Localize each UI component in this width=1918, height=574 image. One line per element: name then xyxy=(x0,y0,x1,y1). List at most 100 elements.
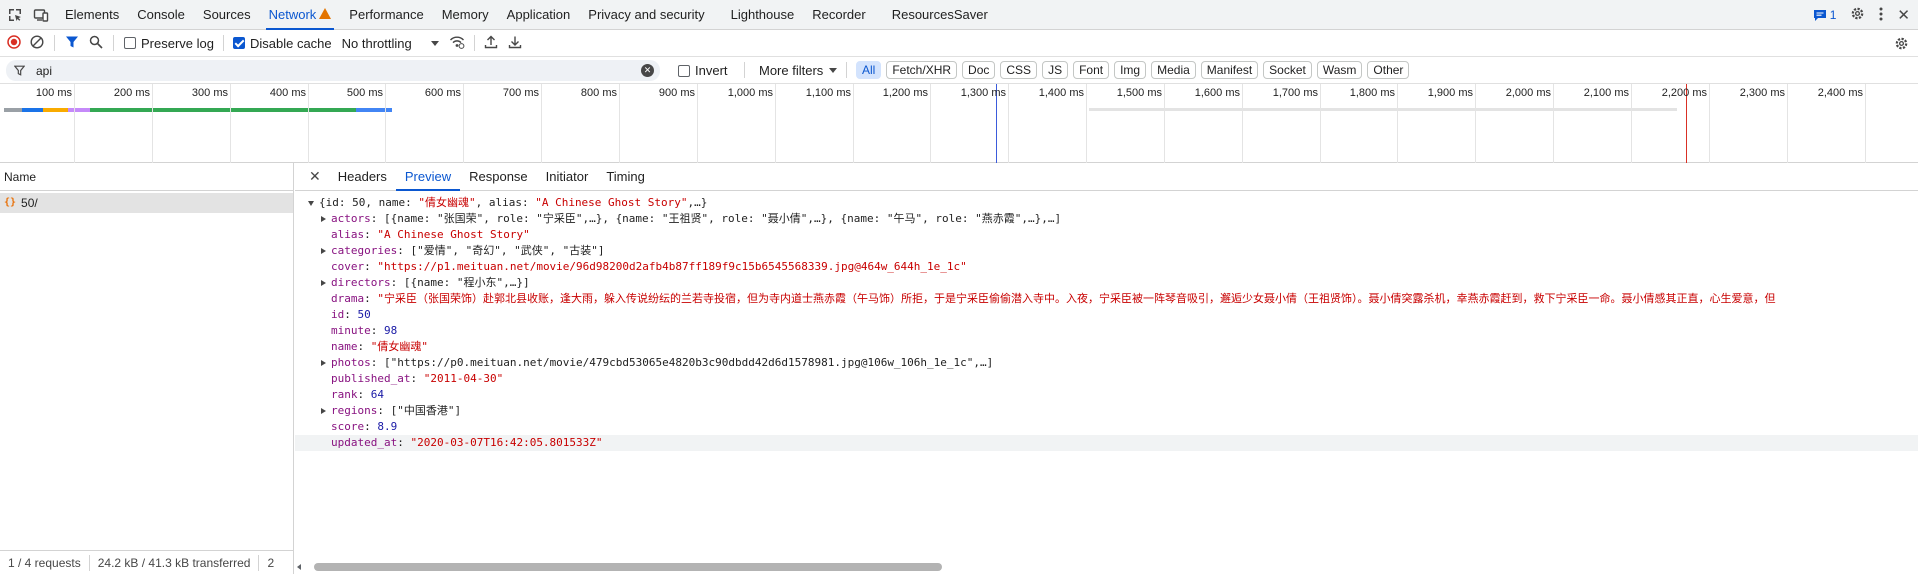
json-value: "倩女幽魂" xyxy=(370,340,428,353)
json-key: categories xyxy=(331,244,398,257)
device-toolbar-icon[interactable] xyxy=(32,6,50,24)
search-icon[interactable] xyxy=(89,35,103,52)
close-details-icon[interactable]: ✕ xyxy=(309,168,321,185)
tab-console[interactable]: Console xyxy=(128,0,194,30)
tab-network[interactable]: Network xyxy=(260,0,341,30)
type-filter-all[interactable]: All xyxy=(856,61,882,79)
collapsed-caret-icon[interactable] xyxy=(321,360,326,366)
transferred-size: 24.2 kB / 41.3 kB transferred xyxy=(97,555,251,570)
tab-memory[interactable]: Memory xyxy=(433,0,498,30)
json-property-updated-at: updated_at: "2020-03-07T16:42:05.801533Z… xyxy=(295,435,1918,451)
type-filter-img[interactable]: Img xyxy=(1114,61,1147,79)
filter-funnel-icon xyxy=(14,65,25,76)
requests-status-bar: 1 / 4 requests 24.2 kB / 41.3 kB transfe… xyxy=(0,550,294,574)
overview-grid-line xyxy=(541,84,542,163)
overview-tick-label: 1,800 ms xyxy=(1349,87,1395,99)
tab-application[interactable]: Application xyxy=(498,0,580,30)
overview-grid-line xyxy=(1631,84,1632,163)
type-filter-js[interactable]: JS xyxy=(1042,61,1069,79)
more-filters-dropdown[interactable]: More filters xyxy=(759,63,838,78)
tab-sources[interactable]: Sources xyxy=(194,0,260,30)
overview-grid-line xyxy=(152,84,153,163)
summary-prefix: {id: 50, name: xyxy=(319,196,419,209)
inspect-element-icon[interactable] xyxy=(6,6,24,24)
tab-recorder[interactable]: Recorder xyxy=(803,0,874,30)
scrollbar-left-arrow-icon[interactable] xyxy=(297,564,301,570)
expanded-caret-icon xyxy=(308,201,314,206)
filter-icon[interactable] xyxy=(65,35,79,52)
name-column-header[interactable]: Name xyxy=(0,163,293,191)
import-har-icon[interactable] xyxy=(484,35,498,52)
type-filter-media[interactable]: Media xyxy=(1151,61,1196,79)
tab-network-label: Network xyxy=(268,7,317,22)
json-value: ["中国香港"] xyxy=(390,404,462,417)
json-value: 8.9 xyxy=(377,420,398,433)
overview-tick-label: 200 ms xyxy=(113,87,150,99)
clear-icon[interactable] xyxy=(30,34,44,52)
tab-elements[interactable]: Elements xyxy=(56,0,128,30)
collapsed-caret-icon[interactable] xyxy=(321,216,326,222)
type-filter-wasm[interactable]: Wasm xyxy=(1316,61,1363,79)
type-filter-font[interactable]: Font xyxy=(1073,61,1110,79)
type-filter-doc[interactable]: Doc xyxy=(962,61,996,79)
throttling-select[interactable]: No throttling xyxy=(342,36,439,51)
json-property-drama: drama: "宁采臣（张国荣饰）赴郭北县收账，逢大雨，躲入传说纷纭的兰若寺投宿… xyxy=(295,291,1918,307)
json-root-summary[interactable]: {id: 50, name: "倩女幽魂", alias: "A Chinese… xyxy=(295,195,1918,211)
preserve-log-checkbox[interactable]: Preserve log xyxy=(124,36,214,51)
overview-tick-label: 2,200 ms xyxy=(1661,87,1707,99)
json-value: ["爱情", "奇幻", "武侠", "古装"] xyxy=(410,244,605,257)
filter-input[interactable]: api ✕ xyxy=(6,60,660,81)
type-filter-fetch-xhr[interactable]: Fetch/XHR xyxy=(886,61,958,79)
horizontal-scrollbar[interactable] xyxy=(295,560,1918,574)
json-property-categories[interactable]: categories: ["爱情", "奇幻", "武侠", "古装"] xyxy=(295,243,1918,259)
collapsed-caret-icon[interactable] xyxy=(321,408,326,414)
json-key: name xyxy=(331,340,358,353)
summary-name: "倩女幽魂" xyxy=(418,196,476,209)
type-filter-other[interactable]: Other xyxy=(1367,61,1410,79)
collapsed-caret-icon[interactable] xyxy=(321,280,326,286)
tab-preview[interactable]: Preview xyxy=(395,163,461,191)
filter-input-value: api xyxy=(36,63,53,78)
json-property-photos[interactable]: photos: ["https://p0.meituan.net/movie/4… xyxy=(295,355,1918,371)
tab-privacy-security[interactable]: Privacy and security xyxy=(579,0,713,30)
network-settings-gear-icon[interactable] xyxy=(1894,36,1909,54)
clear-filter-icon[interactable]: ✕ xyxy=(641,64,654,77)
tab-timing[interactable]: Timing xyxy=(597,163,654,191)
divider xyxy=(744,62,745,78)
type-filter-socket[interactable]: Socket xyxy=(1263,61,1312,79)
tab-lighthouse[interactable]: Lighthouse xyxy=(722,0,804,30)
tab-response[interactable]: Response xyxy=(460,163,537,191)
more-options-icon[interactable] xyxy=(1879,7,1883,24)
collapsed-caret-icon[interactable] xyxy=(321,248,326,254)
settings-gear-icon[interactable] xyxy=(1850,6,1865,24)
divider xyxy=(113,35,114,51)
overview-tick-label: 1,500 ms xyxy=(1116,87,1162,99)
json-value: "宁采臣（张国荣饰）赴郭北县收账，逢大雨，躲入传说纷纭的兰若寺投宿，但为寺内道士… xyxy=(377,292,1776,305)
request-name: 50/ xyxy=(21,196,38,210)
summary-end: ,…} xyxy=(687,196,708,209)
json-property-directors[interactable]: directors: [{name: "程小东",…}] xyxy=(295,275,1918,291)
invert-checkbox[interactable]: Invert xyxy=(678,63,728,78)
overview-tick-label: 1,200 ms xyxy=(882,87,928,99)
issues-badge[interactable]: 1 xyxy=(1813,8,1836,22)
overview-idle-bar xyxy=(1089,108,1677,111)
scrollbar-thumb[interactable] xyxy=(314,563,942,571)
tab-initiator[interactable]: Initiator xyxy=(537,163,598,191)
json-property-regions[interactable]: regions: ["中国香港"] xyxy=(295,403,1918,419)
json-colon: : xyxy=(397,436,411,449)
tab-performance[interactable]: Performance xyxy=(340,0,432,30)
tab-resourcessaver[interactable]: ResourcesSaver xyxy=(883,0,997,30)
disable-cache-checkbox[interactable]: Disable cache xyxy=(232,36,332,51)
request-row[interactable]: {} 50/ xyxy=(0,193,293,213)
type-filter-css[interactable]: CSS xyxy=(1000,61,1038,79)
json-value: 98 xyxy=(384,324,398,337)
export-har-icon[interactable] xyxy=(508,35,522,52)
type-filter-manifest[interactable]: Manifest xyxy=(1200,61,1259,79)
close-devtools-icon[interactable]: ✕ xyxy=(1897,6,1910,24)
tab-headers[interactable]: Headers xyxy=(329,163,396,191)
network-conditions-icon[interactable] xyxy=(449,35,465,52)
network-overview-timeline[interactable]: 100 ms 200 ms 300 ms 400 ms 500 ms 600 ms 700 … xyxy=(0,84,1918,163)
json-colon: : xyxy=(410,372,424,385)
json-property-actors[interactable]: actors: [{name: "张国荣", role: "宁采臣",…}, {… xyxy=(295,211,1918,227)
record-stop-icon[interactable] xyxy=(7,34,21,52)
